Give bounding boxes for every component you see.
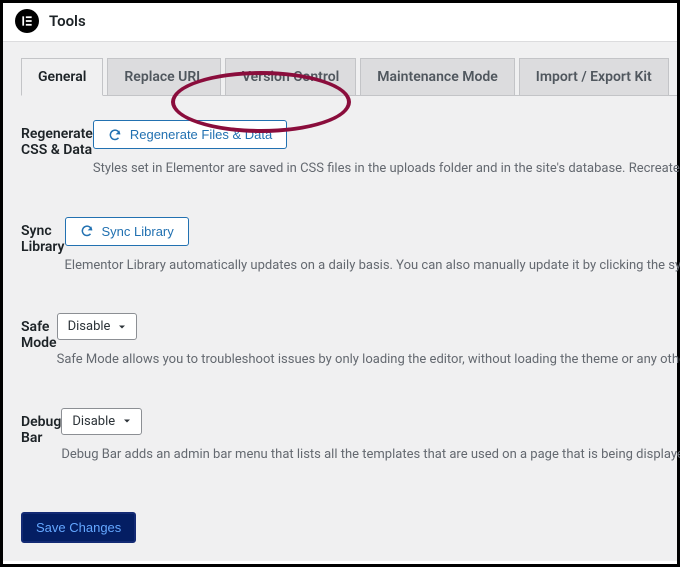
section-regenerate: Regenerate CSS & Data Regenerate Files &… <box>21 120 677 179</box>
save-changes-button[interactable]: Save Changes <box>21 512 136 543</box>
refresh-icon <box>80 224 94 238</box>
tab-bar: General Replace URL Version Control Main… <box>21 58 677 96</box>
safemode-select[interactable]: Disable <box>57 313 138 340</box>
tab-replace-url[interactable]: Replace URL <box>107 58 220 95</box>
elementor-logo <box>15 9 39 33</box>
debugbar-select[interactable]: Disable <box>61 408 142 435</box>
page-title: Tools <box>49 12 86 30</box>
debugbar-label: Debug Bar <box>21 408 61 465</box>
sync-desc: Elementor Library automatically updates … <box>65 256 680 276</box>
safemode-value: Disable <box>68 319 111 334</box>
regenerate-label: Regenerate CSS & Data <box>21 120 93 179</box>
chevron-down-icon <box>121 415 133 427</box>
page-header: Tools <box>3 3 677 42</box>
safemode-label: Safe Mode <box>21 313 57 370</box>
sync-button[interactable]: Sync Library <box>65 217 189 246</box>
section-safemode: Safe Mode Disable Safe Mode allows you t… <box>21 313 677 370</box>
tab-version-control[interactable]: Version Control <box>225 58 356 95</box>
regenerate-button-label: Regenerate Files & Data <box>130 127 272 142</box>
safemode-desc: Safe Mode allows you to troubleshoot iss… <box>57 350 680 370</box>
debugbar-value: Disable <box>72 414 115 429</box>
chevron-down-icon <box>116 321 128 333</box>
refresh-icon <box>108 128 122 142</box>
tab-general[interactable]: General <box>21 58 103 96</box>
debugbar-desc: Debug Bar adds an admin bar menu that li… <box>61 445 680 465</box>
content-area: General Replace URL Version Control Main… <box>3 42 677 561</box>
sync-label: Sync Library <box>21 217 65 276</box>
regenerate-button[interactable]: Regenerate Files & Data <box>93 120 287 149</box>
section-sync: Sync Library Sync Library Elementor Libr… <box>21 217 677 276</box>
tab-import-export-kit[interactable]: Import / Export Kit <box>519 58 669 95</box>
sync-button-label: Sync Library <box>102 224 174 239</box>
tab-maintenance-mode[interactable]: Maintenance Mode <box>360 58 515 95</box>
section-debugbar: Debug Bar Disable Debug Bar adds an admi… <box>21 408 677 465</box>
regenerate-desc: Styles set in Elementor are saved in CSS… <box>93 159 680 179</box>
